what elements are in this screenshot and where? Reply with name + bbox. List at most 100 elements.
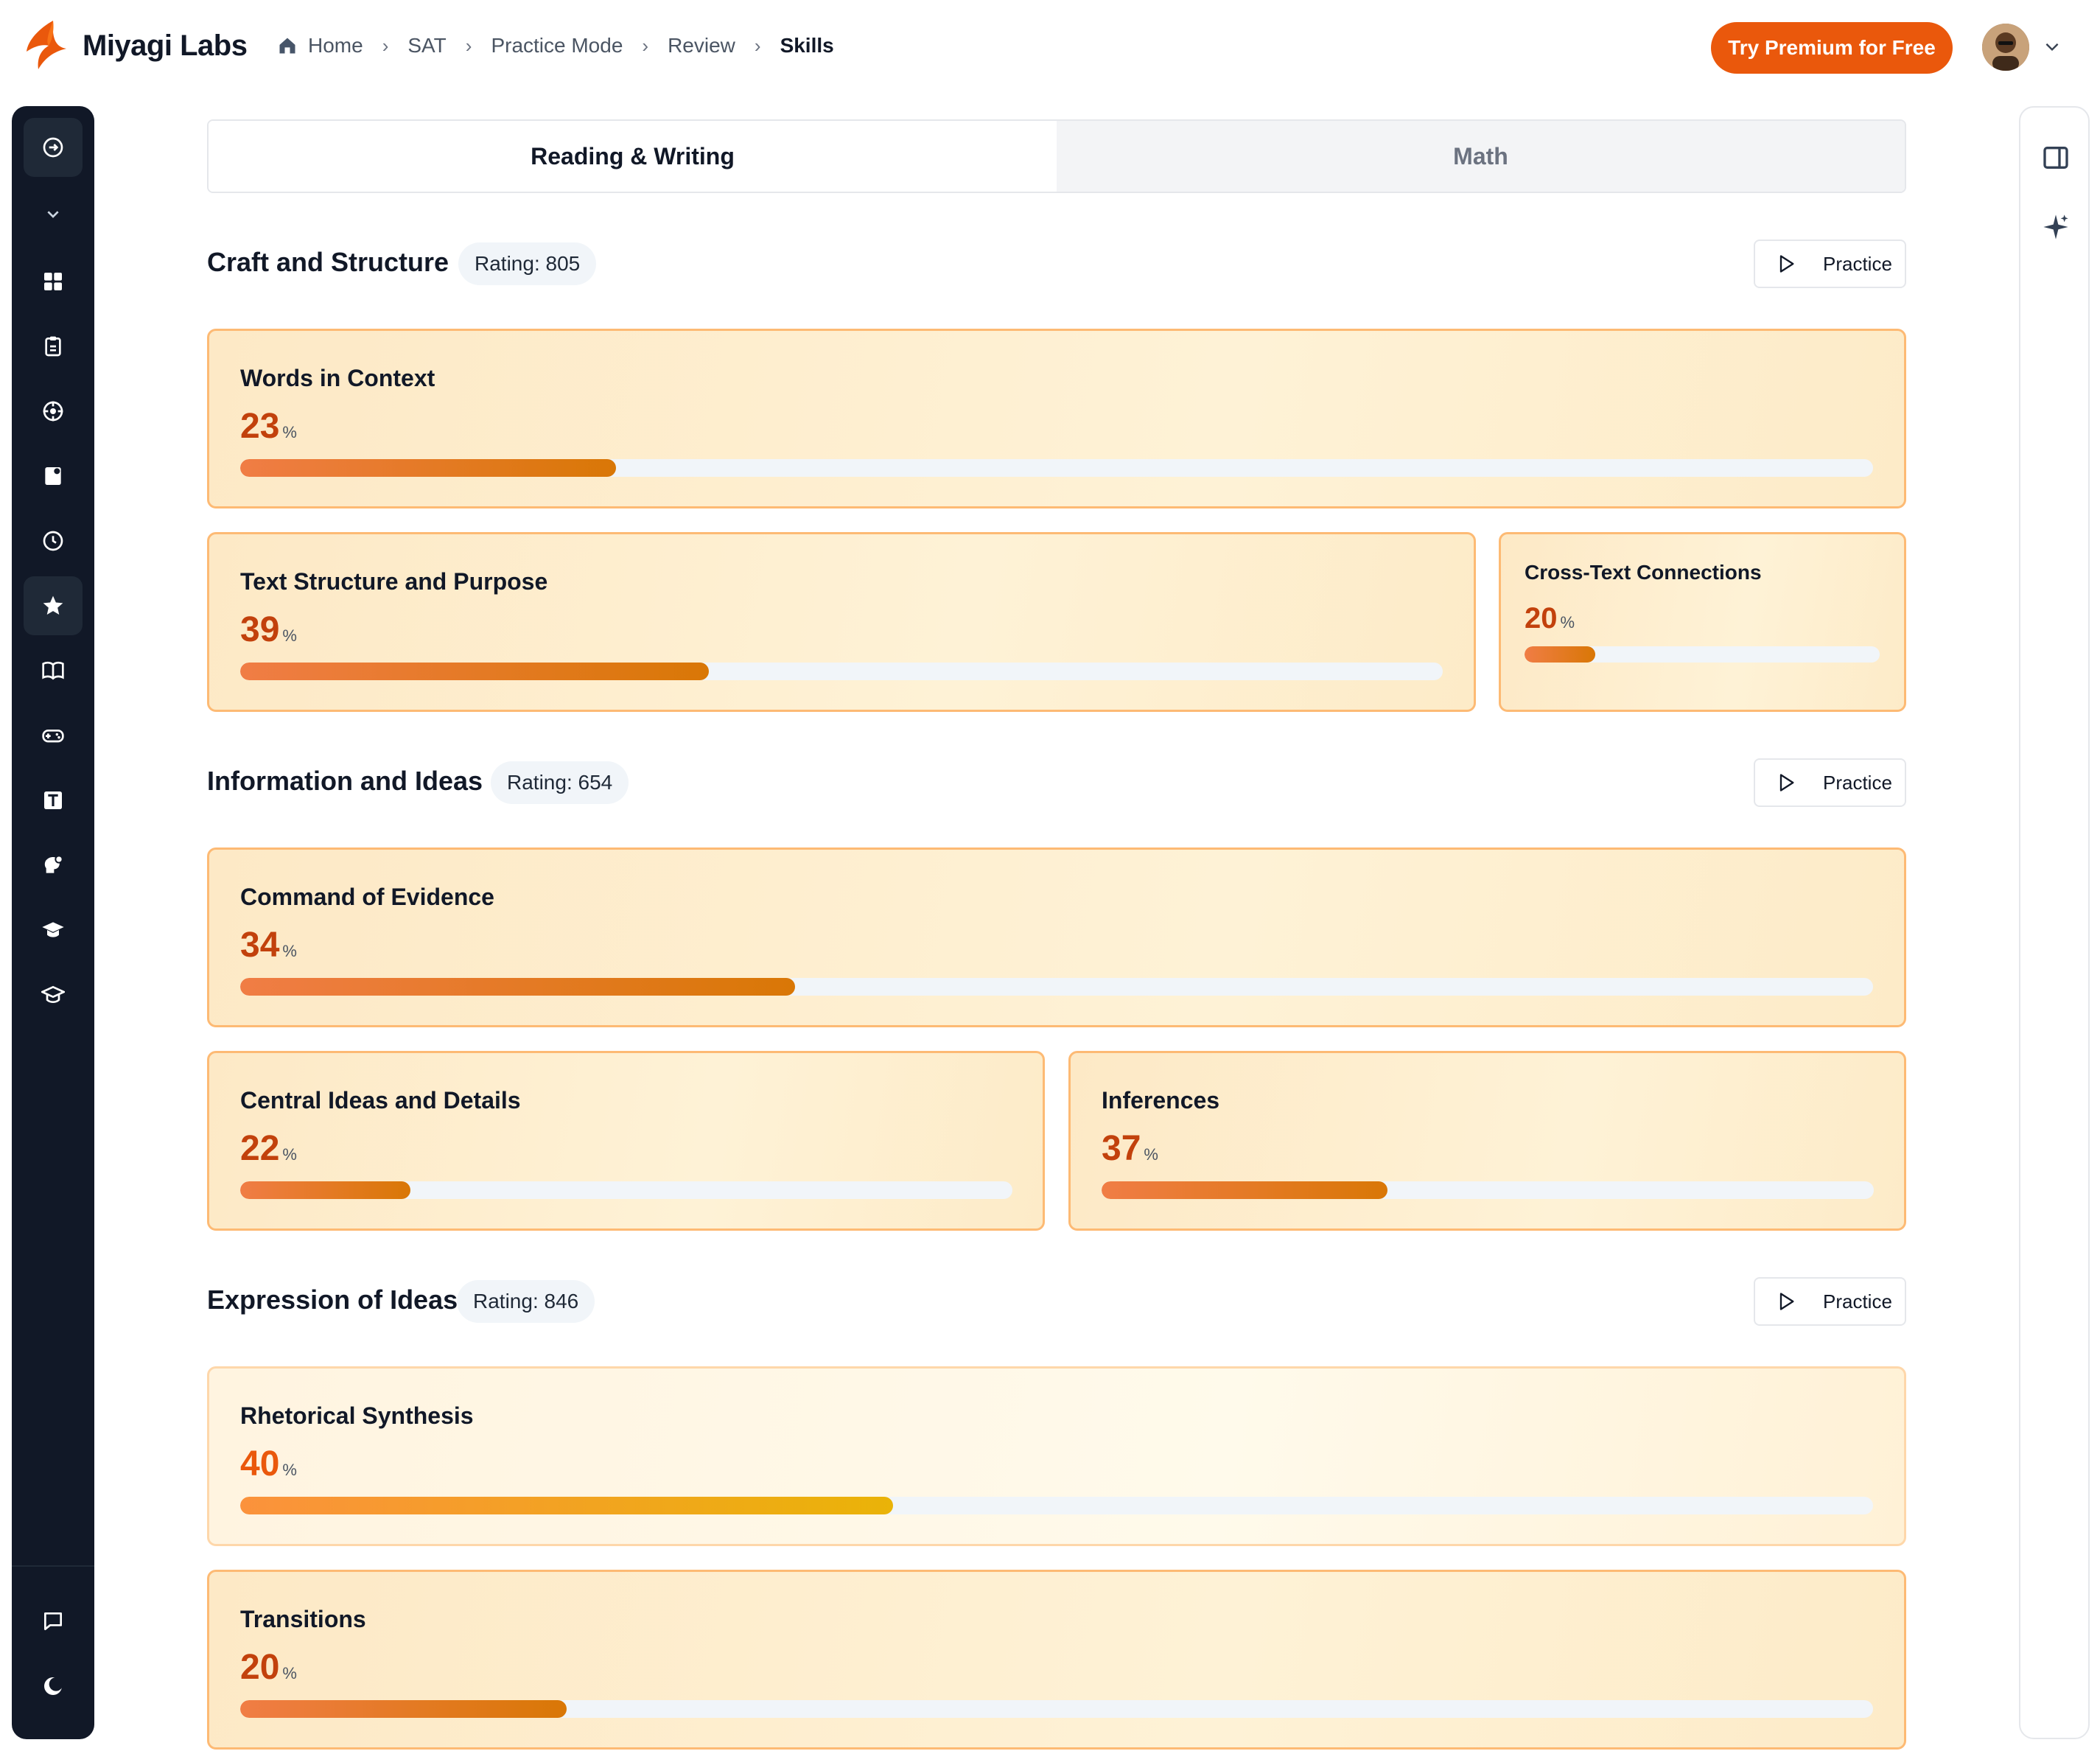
sidebar-item-notebook[interactable] [24, 447, 83, 506]
skill-name: Words in Context [240, 365, 435, 391]
gamepad-icon [42, 730, 64, 743]
chevron-right-icon: › [642, 34, 649, 57]
breadcrumb-label: SAT [407, 34, 447, 57]
skill-percent: 39% [240, 609, 297, 650]
breadcrumb-label: Skills [780, 34, 834, 57]
percent-sign: % [1144, 1145, 1158, 1164]
star-icon [43, 595, 63, 615]
skill-card-central-ideas[interactable]: Central Ideas and Details 22% [207, 1051, 1045, 1231]
skill-percent: 22% [240, 1128, 297, 1169]
chevron-right-icon: › [754, 34, 761, 57]
section-title-craft-structure: Craft and Structure [207, 247, 449, 277]
right-rail [2019, 106, 2090, 1739]
skill-name: Command of Evidence [240, 884, 494, 910]
sidebar-expand-button[interactable] [24, 118, 83, 177]
skill-card-inferences[interactable]: Inferences 37% [1068, 1051, 1906, 1231]
subject-tabs: Reading & Writing Math [207, 119, 1906, 193]
try-premium-button[interactable]: Try Premium for Free [1711, 22, 1953, 74]
miyagi-logo-icon[interactable] [24, 19, 69, 71]
book-icon [42, 661, 64, 680]
sidebar-item-ai-tutor[interactable] [24, 836, 83, 895]
sidebar-item-texts[interactable] [24, 771, 83, 830]
skill-name: Rhetorical Synthesis [240, 1402, 474, 1429]
text-icon [44, 791, 62, 809]
sidebar-collapse-button[interactable] [24, 184, 83, 243]
skill-percent: 23% [240, 406, 297, 447]
graduation-cap-outline-icon [41, 985, 65, 1003]
section-title-information-ideas: Information and Ideas [207, 766, 483, 796]
skill-card-rhetorical-synthesis[interactable]: Rhetorical Synthesis 40% [207, 1366, 1906, 1546]
sidebar-item-games[interactable] [24, 706, 83, 765]
skill-name: Inferences [1102, 1087, 1220, 1114]
skill-card-command-of-evidence[interactable]: Command of Evidence 34% [207, 847, 1906, 1027]
percent-sign: % [282, 1461, 297, 1479]
progress-track [240, 459, 1873, 477]
chevron-down-icon[interactable] [2043, 37, 2062, 56]
sidebar-item-courses[interactable] [24, 901, 83, 960]
panel-icon[interactable] [2041, 143, 2071, 172]
top-header: Miyagi Labs Home › SAT › Practice Mode ›… [0, 0, 2100, 94]
target-icon [43, 401, 63, 422]
breadcrumb-practice-mode[interactable]: Practice Mode [491, 34, 623, 57]
brain-icon [44, 855, 63, 873]
practice-button[interactable]: Practice [1754, 240, 1906, 288]
sidebar-item-skills[interactable] [24, 576, 83, 635]
skill-card-words-in-context[interactable]: Words in Context 23% [207, 329, 1906, 508]
skill-percent-value: 40 [240, 1444, 280, 1483]
clipboard-icon [45, 336, 61, 357]
skill-name: Text Structure and Purpose [240, 568, 548, 595]
sidebar-item-theme[interactable] [24, 1657, 83, 1716]
skill-percent-value: 39 [240, 610, 280, 649]
play-icon [1779, 255, 1794, 273]
sidebar-item-dashboard[interactable] [24, 252, 83, 311]
progress-fill [1525, 646, 1596, 663]
rating-badge: Rating: 805 [458, 242, 597, 285]
practice-button[interactable]: Practice [1754, 758, 1906, 807]
practice-label: Practice [1823, 1290, 1892, 1313]
chevron-right-icon: › [382, 34, 389, 57]
progress-fill [240, 1497, 894, 1514]
chevron-down-icon [47, 211, 59, 218]
sparkle-icon[interactable] [2041, 212, 2071, 242]
breadcrumb-sat[interactable]: SAT [407, 34, 446, 57]
sidebar-item-learning[interactable] [24, 965, 83, 1024]
tab-reading-writing[interactable]: Reading & Writing [209, 121, 1057, 192]
brand-name[interactable]: Miyagi Labs [83, 29, 248, 63]
progress-fill [240, 978, 796, 996]
skill-name: Central Ideas and Details [240, 1087, 521, 1114]
skill-percent-value: 22 [240, 1129, 280, 1168]
sidebar-item-library[interactable] [24, 641, 83, 700]
percent-sign: % [1560, 613, 1575, 632]
home-icon [279, 38, 295, 54]
skill-percent-value: 20 [240, 1648, 280, 1687]
practice-button[interactable]: Practice [1754, 1277, 1906, 1326]
breadcrumb-skills: Skills [780, 34, 834, 57]
sidebar-item-feedback[interactable] [24, 1592, 83, 1651]
dashboard-icon [44, 273, 62, 290]
progress-track [240, 1700, 1873, 1718]
breadcrumb-label: Practice Mode [491, 34, 623, 57]
sidebar-item-history[interactable] [24, 511, 83, 570]
sidebar-item-target[interactable] [24, 382, 83, 441]
skill-percent-value: 37 [1102, 1129, 1141, 1168]
clock-icon [43, 531, 63, 551]
skill-name: Transitions [240, 1606, 366, 1632]
skill-card-transitions[interactable]: Transitions 20% [207, 1570, 1906, 1750]
skill-percent-value: 20 [1525, 602, 1558, 635]
breadcrumb-home[interactable]: Home [277, 34, 363, 57]
tab-math[interactable]: Math [1057, 121, 1905, 192]
skill-percent: 20% [1525, 602, 1575, 635]
percent-sign: % [282, 1664, 297, 1682]
avatar[interactable] [1982, 24, 2029, 71]
breadcrumb-review[interactable]: Review [668, 34, 735, 57]
percent-sign: % [282, 423, 297, 441]
sidebar-item-clipboard[interactable] [24, 317, 83, 376]
breadcrumb-label: Home [308, 34, 363, 57]
progress-track [240, 663, 1443, 680]
progress-track [240, 978, 1873, 996]
skill-card-text-structure[interactable]: Text Structure and Purpose 39% [207, 532, 1476, 712]
chat-icon [44, 1612, 62, 1630]
skill-card-cross-text[interactable]: Cross-Text Connections 20% [1499, 532, 1906, 712]
skill-name: Cross-Text Connections [1525, 561, 1762, 584]
rating-badge: Rating: 654 [491, 761, 629, 804]
